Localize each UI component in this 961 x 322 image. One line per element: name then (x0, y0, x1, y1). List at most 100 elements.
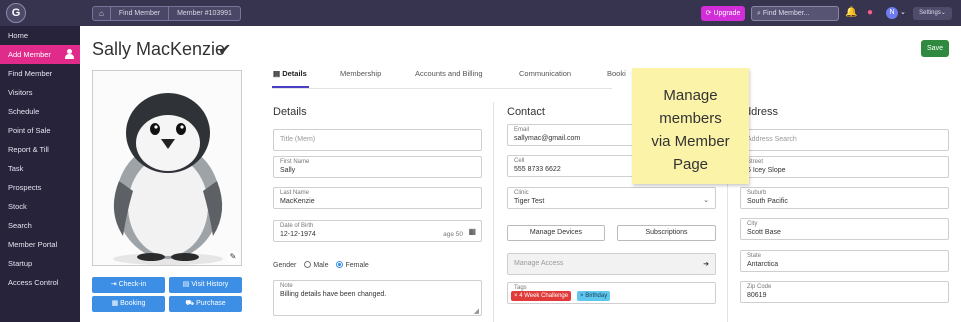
suburb-field[interactable]: Suburb South Pacific (740, 187, 949, 209)
manage-access-field[interactable]: Manage Access ➜ (507, 253, 716, 275)
subscriptions-button[interactable]: Subscriptions (617, 225, 716, 241)
remove-tag-icon[interactable]: × (514, 293, 518, 299)
top-bar: G ⌂ Find Member Member #103991 ⟳ Upgrade… (0, 0, 961, 26)
page-title: Sally MacKenzie (92, 39, 226, 59)
tab-active-indicator (272, 86, 309, 88)
chevron-down-icon: ⌄ (703, 197, 709, 204)
calendar-icon[interactable]: ▦ (468, 227, 476, 236)
sidebar-item-task[interactable]: Task (0, 159, 80, 178)
avatar[interactable]: N (886, 7, 898, 19)
last-name-value: MacKenzie (280, 198, 315, 205)
title-placeholder: Title (Mem) (280, 136, 316, 143)
address-search-placeholder: Address Search (747, 136, 797, 143)
sidebar-item-point-of-sale[interactable]: Point of Sale (0, 121, 80, 140)
gender-male-label: Male (313, 262, 329, 269)
sidebar-item-schedule[interactable]: Schedule (0, 102, 80, 121)
find-member-search[interactable]: ⌕ Find Member... (751, 6, 839, 21)
address-section-title: ddress (745, 106, 779, 118)
clinic-select[interactable]: Clinic Tiger Test ⌄ (507, 187, 716, 209)
booking-button[interactable]: ▦ Booking (92, 296, 165, 312)
check-in-label: Check-in (118, 281, 147, 288)
first-name-label: First Name (280, 159, 310, 165)
clinic-value: Tiger Test (514, 198, 545, 205)
resize-handle-icon[interactable]: ◢ (474, 307, 479, 315)
sticky-note-line: Page (672, 156, 709, 173)
state-label: State (747, 253, 762, 259)
sidebar-item-prospects[interactable]: Prospects (0, 178, 80, 197)
street-field[interactable]: Street 6 Icey Slope (740, 156, 949, 178)
suburb-label: Suburb (747, 190, 767, 196)
find-member-placeholder: Find Member... (762, 10, 810, 17)
app-logo[interactable]: G (6, 3, 26, 23)
check-in-button[interactable]: ⇥ Check-in (92, 277, 165, 293)
city-label: City (747, 221, 758, 227)
sidebar-item-startup[interactable]: Startup (0, 254, 80, 273)
dob-field[interactable]: Date of Birth 12-12-1974 age 50 ▦ (273, 220, 482, 242)
tab-accounts-billing[interactable]: Accounts and Billing (415, 69, 483, 78)
sidebar-item-member-portal[interactable]: Member Portal (0, 235, 80, 254)
state-value: Antarctica (747, 261, 779, 268)
sidebar-item-label: Add Member (8, 50, 51, 59)
tab-membership[interactable]: Membership (340, 69, 381, 78)
tab-booking[interactable]: Booki (607, 69, 626, 78)
cell-label: Cell (514, 158, 525, 164)
tab-communication[interactable]: Communication (519, 69, 571, 78)
gender-female-radio[interactable] (336, 261, 344, 268)
suburb-value: South Pacific (747, 198, 788, 205)
sidebar-item-search[interactable]: Search (0, 216, 80, 235)
purchase-button[interactable]: ⛟ Purchase (169, 296, 242, 312)
details-tab-icon: ▤ (273, 69, 281, 78)
search-icon: ⌕ (757, 10, 761, 17)
tab-details[interactable]: ▤ Details (273, 69, 307, 78)
sidebar-item-report-till[interactable]: Report & Till (0, 140, 80, 159)
title-field[interactable]: Title (Mem) (273, 129, 482, 151)
breadcrumb-member-id[interactable]: Member #103991 (168, 6, 241, 21)
upgrade-label: Upgrade (713, 10, 741, 17)
sidebar-item-home[interactable]: Home (0, 26, 80, 45)
upgrade-button[interactable]: ⟳ Upgrade (701, 6, 745, 21)
chevron-down-icon[interactable]: ⌄ (900, 7, 906, 19)
pencil-icon[interactable]: ✎ (227, 251, 239, 263)
visit-history-button[interactable]: ▤ Visit History (169, 277, 242, 293)
home-icon[interactable]: ⌂ (92, 6, 111, 21)
sidebar-item-access-control[interactable]: Access Control (0, 273, 80, 292)
sticky-note-line: members (659, 110, 722, 127)
zip-code-label: Zip Code (747, 284, 772, 290)
email-label: Email (514, 127, 530, 133)
booking-label: Booking (120, 300, 146, 307)
chat-bubble-icon[interactable]: ● (864, 6, 876, 20)
sidebar-item-find-member[interactable]: Find Member (0, 64, 80, 83)
sticky-note-line: Manage (663, 87, 718, 104)
manage-devices-button[interactable]: Manage Devices (507, 225, 605, 241)
address-search-field[interactable]: Address Search (740, 129, 949, 151)
state-field[interactable]: State Antarctica (740, 250, 949, 272)
city-value: Scott Base (747, 229, 781, 236)
tabs-divider (272, 88, 612, 89)
remove-tag-icon[interactable]: × (580, 293, 584, 299)
purchase-label: Purchase (196, 300, 226, 307)
user-icon (65, 49, 74, 59)
city-field[interactable]: City Scott Base (740, 218, 949, 240)
member-photo (92, 70, 242, 266)
tab-details-label: Details (282, 69, 307, 78)
settings-label: Settings (919, 10, 941, 16)
purchase-icon: ⛟ (185, 300, 195, 307)
tag-chip[interactable]: × Birthday (577, 291, 611, 301)
breadcrumb-find-member[interactable]: Find Member (109, 6, 170, 21)
gender-male-radio[interactable] (304, 261, 312, 268)
settings-button[interactable]: Settings⌄ (913, 7, 952, 20)
save-button[interactable]: Save (921, 40, 949, 57)
zip-code-field[interactable]: Zip Code 80619 (740, 281, 949, 303)
contact-section-title: Contact (507, 106, 545, 118)
cell-value: 555 8733 6622 (514, 166, 561, 173)
access-arrow-icon[interactable]: ➜ (703, 260, 709, 268)
first-name-field[interactable]: First Name Sally (273, 156, 482, 178)
tag-chip[interactable]: × 4 Week Challenge (511, 291, 572, 301)
notification-bell-icon[interactable]: 🔔 (845, 6, 857, 20)
last-name-field[interactable]: Last Name MacKenzie (273, 187, 482, 209)
sidebar-item-stock[interactable]: Stock (0, 197, 80, 216)
sidebar-item-visitors[interactable]: Visitors (0, 83, 80, 102)
dob-label: Date of Birth (280, 223, 314, 229)
note-field[interactable]: Note Billing details have been changed. … (273, 280, 482, 316)
sidebar-item-add-member[interactable]: Add Member (0, 45, 80, 64)
